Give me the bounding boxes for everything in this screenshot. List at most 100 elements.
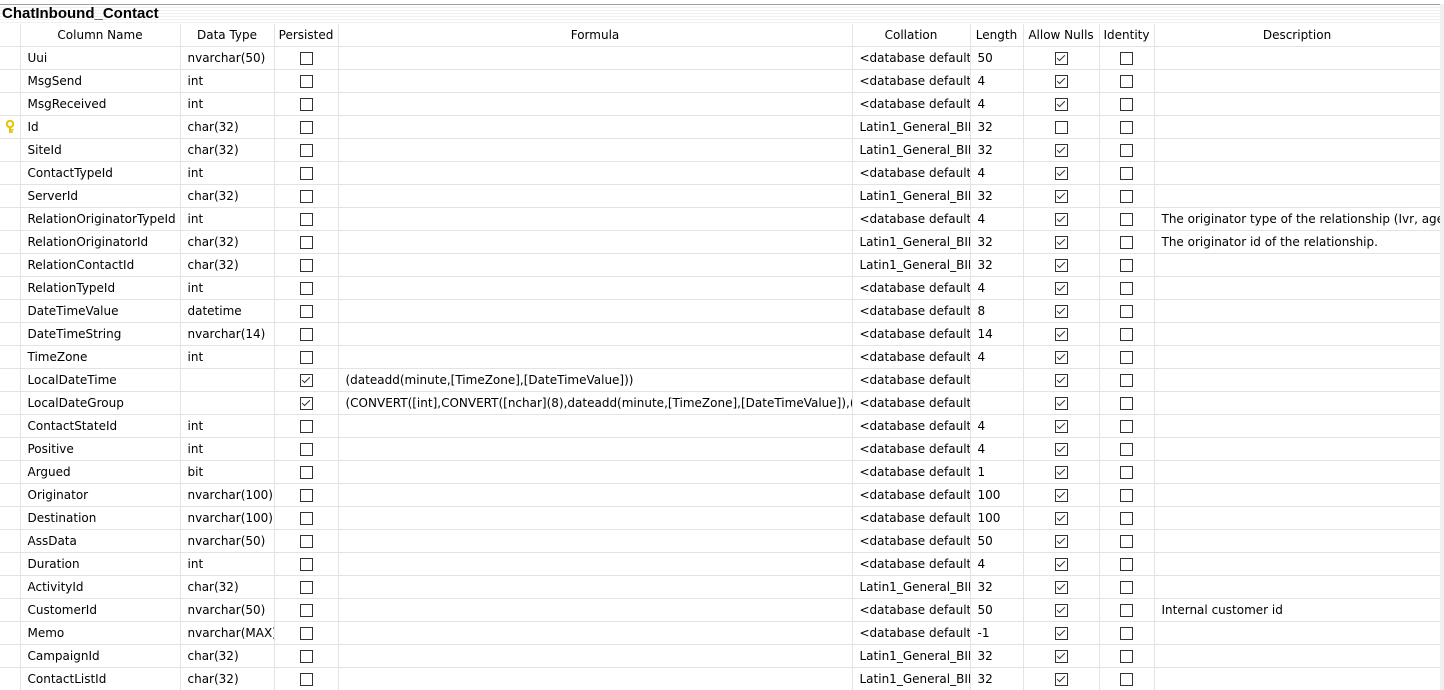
row-selector[interactable] <box>0 667 21 690</box>
row-selector[interactable] <box>0 575 21 599</box>
allow-nulls-cell[interactable] <box>1023 529 1100 553</box>
column-name-cell[interactable]: Memo <box>20 621 181 645</box>
persisted-checkbox[interactable] <box>299 259 313 272</box>
row-selector[interactable] <box>0 414 21 438</box>
column-name-cell[interactable]: Id <box>20 115 181 139</box>
column-name-cell[interactable]: Uui <box>20 46 181 70</box>
persisted-checkbox[interactable] <box>299 512 313 525</box>
data-type-cell[interactable]: int <box>180 414 275 438</box>
identity-cell[interactable] <box>1099 207 1155 231</box>
column-name-cell[interactable]: Originator <box>20 483 181 507</box>
description-cell[interactable] <box>1154 460 1441 484</box>
length-cell[interactable]: 4 <box>970 437 1024 461</box>
persisted-cell[interactable] <box>274 391 339 415</box>
description-cell[interactable] <box>1154 299 1441 323</box>
persisted-checkbox[interactable] <box>299 650 313 663</box>
persisted-cell[interactable] <box>274 253 339 277</box>
persisted-checkbox[interactable] <box>299 121 313 134</box>
description-cell[interactable] <box>1154 322 1441 346</box>
description-cell[interactable] <box>1154 575 1441 599</box>
allow-nulls-checkbox[interactable] <box>1054 535 1068 548</box>
persisted-checkbox[interactable] <box>299 443 313 456</box>
column-name-cell[interactable]: RelationOriginatorId <box>20 230 181 254</box>
allow-nulls-checkbox[interactable] <box>1054 98 1068 111</box>
header-data-type[interactable]: Data Type <box>180 24 275 47</box>
collation-cell[interactable]: Latin1_General_BIN <box>852 575 971 599</box>
allow-nulls-checkbox[interactable] <box>1054 236 1068 249</box>
formula-cell[interactable] <box>338 506 853 530</box>
persisted-cell[interactable] <box>274 552 339 576</box>
row-selector[interactable] <box>0 253 21 277</box>
allow-nulls-checkbox[interactable] <box>1054 305 1068 318</box>
identity-cell[interactable] <box>1099 322 1155 346</box>
column-name-cell[interactable]: LocalDateTime <box>20 368 181 392</box>
collation-cell[interactable]: Latin1_General_BIN <box>852 230 971 254</box>
collation-cell[interactable]: Latin1_General_BIN <box>852 644 971 668</box>
allow-nulls-cell[interactable] <box>1023 506 1100 530</box>
identity-cell[interactable] <box>1099 575 1155 599</box>
persisted-cell[interactable] <box>274 667 339 690</box>
collation-cell[interactable]: <database default> <box>852 46 971 70</box>
identity-cell[interactable] <box>1099 391 1155 415</box>
identity-cell[interactable] <box>1099 598 1155 622</box>
length-cell[interactable]: 50 <box>970 46 1024 70</box>
formula-cell[interactable] <box>338 115 853 139</box>
identity-cell[interactable] <box>1099 483 1155 507</box>
length-cell[interactable]: 4 <box>970 345 1024 369</box>
identity-cell[interactable] <box>1099 230 1155 254</box>
column-name-cell[interactable]: MsgReceived <box>20 92 181 116</box>
data-type-cell[interactable]: int <box>180 207 275 231</box>
identity-cell[interactable] <box>1099 299 1155 323</box>
row-selector[interactable] <box>0 138 21 162</box>
description-cell[interactable] <box>1154 184 1441 208</box>
allow-nulls-checkbox[interactable] <box>1054 581 1068 594</box>
identity-checkbox[interactable] <box>1120 282 1133 295</box>
description-cell[interactable] <box>1154 92 1441 116</box>
formula-cell[interactable] <box>338 253 853 277</box>
column-name-cell[interactable]: DateTimeValue <box>20 299 181 323</box>
collation-cell[interactable]: <database default> <box>852 92 971 116</box>
allow-nulls-cell[interactable] <box>1023 368 1100 392</box>
persisted-cell[interactable] <box>274 345 339 369</box>
identity-cell[interactable] <box>1099 460 1155 484</box>
collation-cell[interactable]: Latin1_General_BIN <box>852 115 971 139</box>
allow-nulls-cell[interactable] <box>1023 138 1100 162</box>
table-row[interactable]: Memo nvarchar(MAX) <database default> -1 <box>0 621 1441 645</box>
row-selector[interactable] <box>0 391 21 415</box>
identity-checkbox[interactable] <box>1120 604 1133 617</box>
allow-nulls-checkbox[interactable] <box>1054 213 1068 226</box>
persisted-checkbox[interactable] <box>299 190 313 203</box>
table-row[interactable]: ServerId char(32) Latin1_General_BIN 32 <box>0 184 1441 208</box>
row-selector[interactable] <box>0 184 21 208</box>
identity-checkbox[interactable] <box>1120 397 1133 410</box>
description-cell[interactable] <box>1154 115 1441 139</box>
persisted-cell[interactable] <box>274 460 339 484</box>
persisted-cell[interactable] <box>274 575 339 599</box>
persisted-cell[interactable] <box>274 644 339 668</box>
row-selector[interactable] <box>0 460 21 484</box>
persisted-cell[interactable] <box>274 483 339 507</box>
allow-nulls-checkbox[interactable] <box>1054 374 1068 387</box>
table-row[interactable]: DateTimeString nvarchar(14) <database defa… <box>0 322 1441 346</box>
formula-cell[interactable] <box>338 138 853 162</box>
persisted-checkbox[interactable] <box>299 305 313 318</box>
data-type-cell[interactable]: char(32) <box>180 138 275 162</box>
length-cell[interactable]: 4 <box>970 552 1024 576</box>
persisted-cell[interactable] <box>274 529 339 553</box>
description-cell[interactable] <box>1154 161 1441 185</box>
persisted-checkbox[interactable] <box>299 144 313 157</box>
data-type-cell[interactable]: char(32) <box>180 230 275 254</box>
formula-cell[interactable] <box>338 92 853 116</box>
collation-cell[interactable]: <database default> <box>852 460 971 484</box>
persisted-checkbox[interactable] <box>299 236 313 249</box>
allow-nulls-checkbox[interactable] <box>1054 75 1068 88</box>
allow-nulls-cell[interactable] <box>1023 552 1100 576</box>
column-name-cell[interactable]: SiteId <box>20 138 181 162</box>
allow-nulls-checkbox[interactable] <box>1054 512 1068 525</box>
table-row[interactable]: Destination nvarchar(100) <database defaul… <box>0 506 1441 530</box>
data-type-cell[interactable]: int <box>180 437 275 461</box>
data-type-cell[interactable]: int <box>180 276 275 300</box>
table-row[interactable]: CampaignId char(32) Latin1_General_BIN 32 <box>0 644 1441 668</box>
row-selector[interactable] <box>0 368 21 392</box>
collation-cell[interactable]: Latin1_General_BIN <box>852 253 971 277</box>
